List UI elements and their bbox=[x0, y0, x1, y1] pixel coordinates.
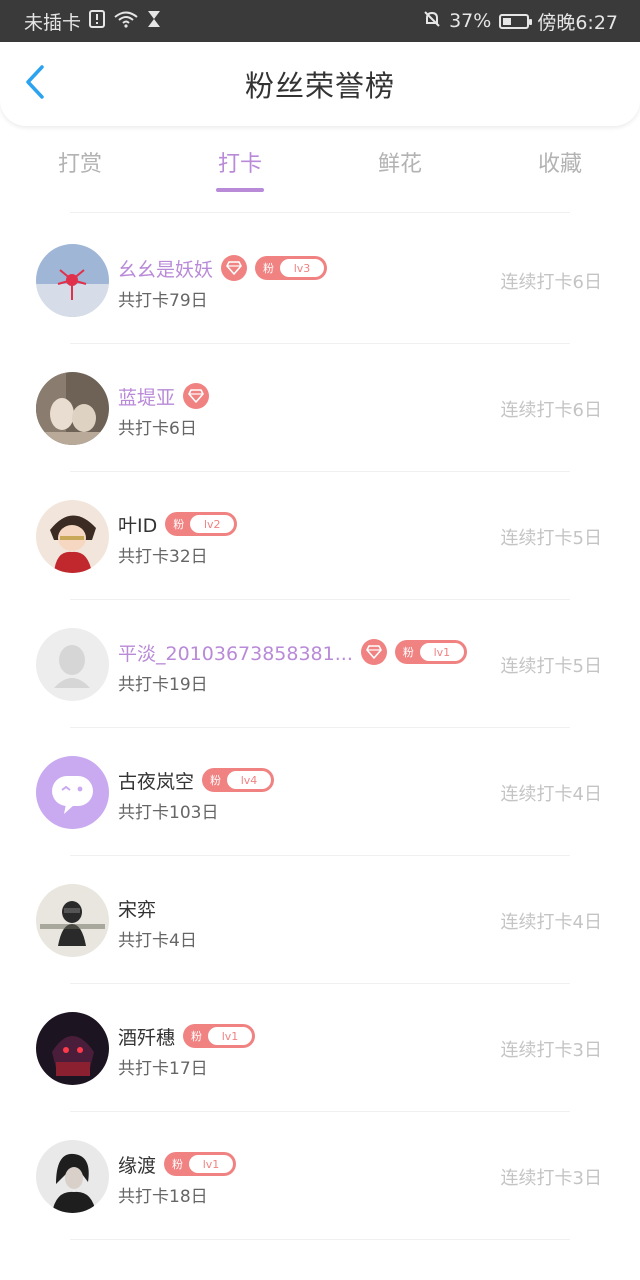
name-line: 宋弈 bbox=[118, 894, 156, 922]
list-item[interactable]: 幺幺是妖妖 粉 lv3 共打卡79日 连续打卡6日 bbox=[0, 216, 640, 344]
list-item[interactable]: 叶ID 粉 lv2 共打卡32日 连续打卡5日 bbox=[0, 472, 640, 600]
user-name: 平淡_20103673858381... bbox=[118, 642, 353, 665]
user-name: 古夜岚空 bbox=[118, 770, 195, 793]
row-divider bbox=[70, 1239, 570, 1240]
tab-checkin[interactable]: 打卡 bbox=[160, 140, 320, 200]
tab-label: 鲜花 bbox=[377, 152, 422, 177]
streak-checkin-days: 连续打卡5日 bbox=[500, 656, 602, 677]
tab-label: 打卡 bbox=[217, 152, 262, 177]
status-left: 未插卡 bbox=[24, 8, 161, 35]
fan-level-value: lv4 bbox=[227, 771, 272, 789]
user-name: 蓝堤亚 bbox=[118, 386, 176, 409]
fan-level-value: lv1 bbox=[208, 1027, 253, 1045]
total-checkin-days: 共打卡6日 bbox=[118, 419, 197, 439]
avatar[interactable] bbox=[36, 244, 109, 317]
fan-level-badge: 粉 lv1 bbox=[394, 640, 467, 664]
total-checkin-days: 共打卡79日 bbox=[118, 291, 208, 311]
total-checkin-days: 共打卡19日 bbox=[118, 675, 208, 695]
streak-checkin-days: 连续打卡6日 bbox=[500, 272, 602, 293]
app-header: 粉丝荣誉榜 bbox=[0, 42, 640, 126]
fan-badge-label: 粉 bbox=[173, 518, 185, 531]
tab-label: 收藏 bbox=[537, 152, 582, 177]
wifi-icon bbox=[113, 10, 139, 33]
streak-checkin-days: 连续打卡4日 bbox=[500, 912, 602, 933]
list-item[interactable]: 宋弈共打卡4日 连续打卡4日 bbox=[0, 856, 640, 984]
carrier-text: 未插卡 bbox=[24, 11, 82, 34]
diamond-icon bbox=[360, 639, 387, 665]
avatar[interactable] bbox=[36, 756, 109, 829]
hourglass-icon bbox=[147, 10, 161, 33]
name-line: 平淡_20103673858381... 粉 lv1 bbox=[118, 638, 467, 666]
tabs-divider bbox=[70, 212, 570, 213]
fan-badge-label: 粉 bbox=[402, 646, 414, 659]
avatar[interactable] bbox=[36, 1012, 109, 1085]
diamond-icon bbox=[221, 255, 248, 281]
user-name: 缘渡 bbox=[118, 1154, 157, 1177]
diamond-icon bbox=[183, 383, 210, 409]
tab-flowers[interactable]: 鲜花 bbox=[320, 140, 480, 200]
total-checkin-days: 共打卡18日 bbox=[118, 1187, 208, 1207]
streak-checkin-days: 连续打卡3日 bbox=[500, 1168, 602, 1189]
name-line: 叶ID 粉 lv2 bbox=[118, 510, 238, 538]
fan-level-badge: 粉 lv2 bbox=[165, 512, 238, 536]
user-name: 宋弈 bbox=[118, 898, 157, 921]
streak-checkin-days: 连续打卡6日 bbox=[500, 400, 602, 421]
fan-level-value: lv2 bbox=[190, 515, 235, 533]
fan-badge-label: 粉 bbox=[263, 262, 275, 275]
fan-level-badge: 粉 lv1 bbox=[164, 1152, 237, 1176]
fan-level-badge: 粉 lv4 bbox=[202, 768, 275, 792]
user-name: 幺幺是妖妖 bbox=[118, 258, 214, 281]
name-line: 酒歼穗 粉 lv1 bbox=[118, 1022, 256, 1050]
tab-active-underline bbox=[216, 188, 264, 192]
fan-badge-label: 粉 bbox=[210, 774, 222, 787]
fan-badge-label: 粉 bbox=[191, 1030, 203, 1043]
name-line: 蓝堤亚 bbox=[118, 382, 210, 410]
leaderboard-list: 幺幺是妖妖粉 lv3 共打卡79日 连续打卡6日 蓝堤亚 共打卡6日 连续打卡6日 叶ID 粉 l… bbox=[0, 216, 640, 1240]
avatar[interactable] bbox=[36, 372, 109, 445]
user-name: 叶ID bbox=[118, 514, 158, 537]
list-item[interactable]: 平淡_20103673858381... 粉 lv1 共打卡19日 连续打卡5日 bbox=[0, 600, 640, 728]
tab-favorites[interactable]: 收藏 bbox=[480, 140, 640, 200]
name-line: 古夜岚空 粉 lv4 bbox=[118, 766, 275, 794]
tab-label: 打赏 bbox=[57, 152, 102, 177]
avatar[interactable] bbox=[36, 1140, 109, 1213]
fan-level-value: lv1 bbox=[189, 1155, 234, 1173]
avatar[interactable] bbox=[36, 500, 109, 573]
status-bar: 未插卡 37% 傍晚6:27 bbox=[0, 0, 640, 42]
total-checkin-days: 共打卡17日 bbox=[118, 1059, 208, 1079]
fan-level-value: lv3 bbox=[280, 259, 325, 277]
streak-checkin-days: 连续打卡4日 bbox=[500, 784, 602, 805]
chevron-left-icon bbox=[25, 65, 45, 103]
battery-icon bbox=[499, 13, 533, 29]
clock: 傍晚6:27 bbox=[537, 11, 618, 34]
list-item[interactable]: 酒歼穗 粉 lv1 共打卡17日 连续打卡3日 bbox=[0, 984, 640, 1112]
list-item[interactable]: 古夜岚空 粉 lv4 共打卡103日 连续打卡4日 bbox=[0, 728, 640, 856]
streak-checkin-days: 连续打卡5日 bbox=[500, 528, 602, 549]
name-line: 幺幺是妖妖 粉 lv3 bbox=[118, 254, 328, 282]
status-right: 37% 傍晚6:27 bbox=[423, 8, 618, 35]
total-checkin-days: 共打卡32日 bbox=[118, 547, 208, 567]
user-name: 酒歼穗 bbox=[118, 1026, 176, 1049]
page-title: 粉丝荣誉榜 bbox=[244, 69, 395, 103]
avatar[interactable] bbox=[36, 628, 109, 701]
total-checkin-days: 共打卡103日 bbox=[118, 803, 219, 823]
fan-level-badge: 粉 lv1 bbox=[183, 1024, 256, 1048]
avatar[interactable] bbox=[36, 884, 109, 957]
name-line: 缘渡 粉 lv1 bbox=[118, 1150, 237, 1178]
total-checkin-days: 共打卡4日 bbox=[118, 931, 197, 951]
sim-alert-icon bbox=[89, 9, 106, 33]
tab-reward[interactable]: 打赏 bbox=[0, 140, 160, 200]
battery-percent: 37% bbox=[449, 10, 492, 32]
fan-level-value: lv1 bbox=[419, 643, 464, 661]
fan-badge-label: 粉 bbox=[172, 1158, 184, 1171]
tab-bar: 打赏 打卡 鲜花 收藏 bbox=[0, 140, 640, 200]
battery-level bbox=[503, 17, 512, 25]
fan-level-badge: 粉 lv3 bbox=[255, 256, 328, 280]
list-item[interactable]: 蓝堤亚共打卡6日 连续打卡6日 bbox=[0, 344, 640, 472]
back-button[interactable] bbox=[20, 65, 50, 103]
mute-notification-icon bbox=[423, 10, 441, 33]
list-item[interactable]: 缘渡 粉 lv1 共打卡18日 连续打卡3日 bbox=[0, 1112, 640, 1240]
streak-checkin-days: 连续打卡3日 bbox=[500, 1040, 602, 1061]
